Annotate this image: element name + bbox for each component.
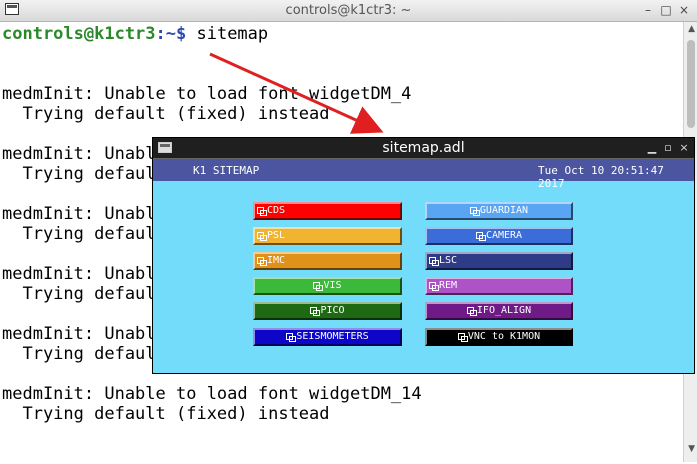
terminal-line: medmInit: Unable to load font widgetDM_1… bbox=[2, 384, 422, 404]
related-display-icon bbox=[310, 307, 321, 316]
terminal-titlebar[interactable]: controls@k1ctr3: ~ – □ × bbox=[0, 0, 697, 22]
terminal-line: Trying default (fixed) instead bbox=[2, 404, 330, 424]
button-label: IMC bbox=[267, 255, 286, 266]
command-text: sitemap bbox=[196, 24, 269, 44]
button-label: CAMERA bbox=[485, 230, 523, 241]
related-display-icon bbox=[257, 257, 267, 266]
prompt-user: controls@k1ctr3 bbox=[2, 24, 156, 44]
sitemap-titlebar[interactable]: sitemap.adl ▁ ▫ × bbox=[153, 138, 694, 159]
related-display-icon bbox=[429, 257, 439, 266]
button-label: CDS bbox=[267, 205, 286, 216]
related-display-guardian-button[interactable]: GUARDIAN bbox=[425, 202, 573, 220]
sitemap-title: sitemap.adl bbox=[382, 140, 465, 156]
button-label: PICO bbox=[320, 305, 345, 316]
terminal-title: controls@k1ctr3: ~ bbox=[285, 3, 412, 18]
related-display-icon bbox=[475, 232, 486, 241]
prompt-line: controls@k1ctr3:~$ sitemap bbox=[2, 24, 268, 44]
button-label: PSL bbox=[267, 230, 286, 241]
close-button[interactable]: × bbox=[676, 2, 692, 18]
related-display-icon bbox=[469, 207, 480, 216]
scroll-up-arrow-icon[interactable]: ▲ bbox=[688, 24, 695, 34]
related-display-rem-button[interactable]: REM bbox=[425, 277, 573, 295]
minimize-button[interactable]: – bbox=[640, 2, 656, 18]
button-label: VNC to K1MON bbox=[467, 331, 541, 342]
related-display-icon bbox=[257, 232, 267, 241]
sitemap-header: K1 SITEMAP Tue Oct 10 20:51:47 2017 bbox=[153, 159, 694, 190]
related-display-lsc-button[interactable]: LSC bbox=[425, 252, 573, 270]
related-display-seismometers-button[interactable]: SEISMOMETERS bbox=[253, 328, 402, 346]
sitemap-maximize-button[interactable]: ▫ bbox=[661, 140, 675, 155]
timestamp: Tue Oct 10 20:51:47 2017 bbox=[538, 164, 664, 190]
related-display-icon bbox=[457, 333, 468, 342]
button-label: SEISMOMETERS bbox=[296, 331, 369, 342]
button-label: LSC bbox=[439, 255, 458, 266]
related-display-icon bbox=[257, 207, 267, 216]
related-display-icon bbox=[429, 282, 439, 291]
sitemap-minimize-button[interactable]: ▁ bbox=[645, 140, 659, 155]
related-display-imc-button[interactable]: IMC bbox=[253, 252, 402, 270]
related-display-camera-button[interactable]: CAMERA bbox=[425, 227, 573, 245]
related-display-ifo-align-button[interactable]: IFO_ALIGN bbox=[425, 302, 573, 320]
related-display-icon bbox=[313, 282, 324, 291]
sitemap-close-button[interactable]: × bbox=[677, 140, 691, 155]
related-display-icon bbox=[286, 333, 297, 342]
button-label: VIS bbox=[323, 280, 342, 291]
terminal-line: medmInit: Unable to load font widgetDM_4 bbox=[2, 84, 412, 104]
sitemap-window[interactable]: sitemap.adl ▁ ▫ × K1 SITEMAP Tue Oct 10 … bbox=[152, 137, 695, 374]
prompt-path: :~$ bbox=[155, 24, 197, 44]
terminal-line: Trying default (fixed) instead bbox=[2, 104, 330, 124]
related-display-icon bbox=[466, 307, 477, 316]
related-display-psl-button[interactable]: PSL bbox=[253, 227, 402, 245]
scrollbar-thumb[interactable] bbox=[687, 40, 695, 128]
button-label: GUARDIAN bbox=[479, 205, 529, 216]
button-label: IFO_ALIGN bbox=[476, 305, 532, 316]
scroll-down-arrow-icon[interactable]: ▼ bbox=[688, 444, 695, 454]
related-display-cds-button[interactable]: CDS bbox=[253, 202, 402, 220]
maximize-button[interactable]: □ bbox=[658, 2, 674, 18]
related-display-vnc-to-k1mon-button[interactable]: VNC to K1MON bbox=[425, 328, 573, 346]
sitemap-label: K1 SITEMAP bbox=[193, 164, 260, 177]
button-label: REM bbox=[439, 280, 458, 291]
related-display-pico-button[interactable]: PICO bbox=[253, 302, 402, 320]
related-display-vis-button[interactable]: VIS bbox=[253, 277, 402, 295]
